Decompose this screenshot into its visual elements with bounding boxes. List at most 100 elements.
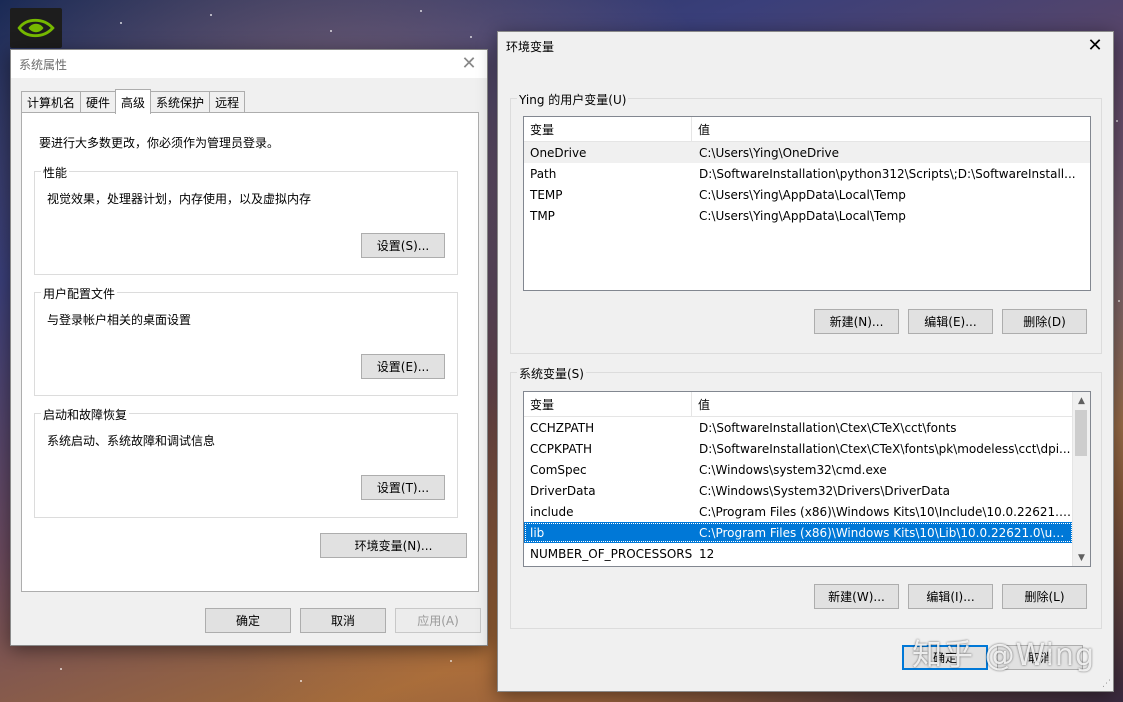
star [300,680,302,682]
variable-value: C:\Users\Ying\AppData\Local\Temp [699,187,906,202]
user-new-button[interactable]: 新建(N)... [814,309,899,334]
variable-name: NUMBER_OF_PROCESSORS [530,546,692,561]
scroll-up-icon[interactable]: ▲ [1073,392,1090,409]
table-row[interactable]: DriverData C:\Windows\System32\Drivers\D… [524,480,1073,501]
system-new-button[interactable]: 新建(W)... [814,584,899,609]
scroll-down-icon[interactable]: ▼ [1073,549,1090,566]
scrollbar-thumb[interactable] [1075,410,1087,456]
advanced-tab-panel: 要进行大多数更改，你必须作为管理员登录。 性能 视觉效果，处理器计划，内存使用，… [21,112,479,592]
variable-name: DriverData [530,483,596,498]
tab-advanced[interactable]: 高级 [115,89,152,114]
table-row[interactable]: CCPKPATH D:\SoftwareInstallation\Ctex\CT… [524,438,1073,459]
nvidia-logo-icon [17,18,55,38]
column-header-variable[interactable]: 变量 [524,117,692,141]
variable-name: TEMP [530,187,563,202]
column-header-value[interactable]: 值 [692,392,710,416]
close-icon[interactable]: ✕ [1085,36,1105,56]
column-header-value[interactable]: 值 [692,117,710,141]
variable-value: C:\Windows\system32\cmd.exe [699,462,887,477]
group-title: 启动和故障恢复 [41,406,130,423]
star [60,668,62,670]
startup-recovery-group: 启动和故障恢复 系统启动、系统故障和调试信息 设置(T)... [34,406,458,518]
system-delete-button[interactable]: 删除(L) [1002,584,1087,609]
environment-variables-dialog: 环境变量 ✕ Ying 的用户变量(U) 变量 值 OneDrive C:\Us… [497,31,1114,692]
performance-group: 性能 视觉效果，处理器计划，内存使用，以及虚拟内存 设置(S)... [34,164,458,275]
variable-value: C:\Windows\System32\Drivers\DriverData [699,483,950,498]
list-content: 变量 值 CCHZPATH D:\SoftwareInstallation\Ct… [524,392,1073,566]
variable-value: C:\Users\Ying\AppData\Local\Temp [699,208,906,223]
admin-note: 要进行大多数更改，你必须作为管理员登录。 [39,136,280,150]
star [1116,120,1118,122]
title-bar: 系统属性 ✕ [11,50,487,78]
table-row[interactable]: NUMBER_OF_PROCESSORS 12 [524,543,1073,564]
section-title: Ying 的用户变量(U) [517,91,629,108]
ok-button[interactable]: 确定 [205,608,291,633]
variable-value: D:\SoftwareInstallation\Ctex\CTeX\fonts\… [699,441,1071,456]
table-row[interactable]: ComSpec C:\Windows\system32\cmd.exe [524,459,1073,480]
cancel-button[interactable]: 取消 [300,608,386,633]
table-row[interactable]: include C:\Program Files (x86)\Windows K… [524,501,1073,522]
title-bar: 环境变量 ✕ [498,32,1113,60]
variable-value: 12 [699,546,715,561]
vertical-scrollbar[interactable]: ▲ ▼ [1072,392,1090,566]
variable-value: C:\Program Files (x86)\Windows Kits\10\L… [699,525,1073,540]
cancel-button[interactable]: 取消 [997,645,1083,670]
apply-button[interactable]: 应用(A) [395,608,481,633]
table-row[interactable]: CCHZPATH D:\SoftwareInstallation\Ctex\CT… [524,417,1073,438]
tab-remote[interactable]: 远程 [209,91,246,113]
system-variables-list[interactable]: 变量 值 CCHZPATH D:\SoftwareInstallation\Ct… [523,391,1091,567]
variable-name: lib [530,525,545,540]
star [120,22,122,24]
group-description: 视觉效果，处理器计划，内存使用，以及虚拟内存 [47,192,312,206]
group-title: 性能 [41,164,70,181]
variable-name: CCHZPATH [530,420,595,435]
ok-button[interactable]: 确定 [902,645,988,670]
group-description: 系统启动、系统故障和调试信息 [47,434,216,448]
performance-settings-button[interactable]: 设置(S)... [361,233,445,258]
user-variables-list[interactable]: 变量 值 OneDrive C:\Users\Ying\OneDrive Pat… [523,116,1091,291]
variable-value: D:\SoftwareInstallation\python312\Script… [699,166,1076,181]
variable-name: ComSpec [530,462,587,477]
dialog-title: 环境变量 [506,39,555,54]
dialog-title: 系统属性 [19,57,68,72]
table-row[interactable]: TEMP C:\Users\Ying\AppData\Local\Temp [524,184,1090,205]
startup-recovery-settings-button[interactable]: 设置(T)... [361,475,445,500]
table-row[interactable]: TMP C:\Users\Ying\AppData\Local\Temp [524,205,1090,226]
star [210,14,212,16]
variable-name: CCPKPATH [530,441,592,456]
close-icon[interactable]: ✕ [459,54,479,74]
star [420,10,422,12]
star [330,30,332,32]
user-profiles-settings-button[interactable]: 设置(E)... [361,354,445,379]
list-header: 变量 值 [524,392,1073,417]
tab-strip: 计算机名 硬件 高级 系统保护 远程 [21,89,246,114]
variable-name: Path [530,166,557,181]
environment-variables-button[interactable]: 环境变量(N)... [320,533,467,558]
user-profiles-group: 用户配置文件 与登录帐户相关的桌面设置 设置(E)... [34,285,458,396]
table-row-selected[interactable]: lib C:\Program Files (x86)\Windows Kits\… [524,522,1073,543]
table-row[interactable]: Path D:\SoftwareInstallation\python312\S… [524,163,1090,184]
column-header-variable[interactable]: 变量 [524,392,692,416]
star [470,36,472,38]
list-header: 变量 值 [524,117,1090,142]
star [1118,300,1120,302]
tab-system-protection[interactable]: 系统保护 [150,91,211,113]
table-row[interactable]: OneDrive C:\Users\Ying\OneDrive [524,142,1090,163]
nvidia-desktop-icon[interactable] [10,8,62,48]
resize-grip-icon[interactable]: ⋰ [1102,679,1111,689]
variable-name: include [530,504,574,519]
system-edit-button[interactable]: 编辑(I)... [908,584,993,609]
variable-name: OneDrive [530,145,587,160]
user-edit-button[interactable]: 编辑(E)... [908,309,993,334]
variable-value: C:\Users\Ying\OneDrive [699,145,840,160]
system-properties-dialog: 系统属性 ✕ 计算机名 硬件 高级 系统保护 远程 要进行大多数更改，你必须作为… [10,49,488,646]
variable-value: D:\SoftwareInstallation\Ctex\CTeX\cct\fo… [699,420,957,435]
variable-name: TMP [530,208,555,223]
user-delete-button[interactable]: 删除(D) [1002,309,1087,334]
system-variables-section: 系统变量(S) 变量 值 CCHZPATH D:\SoftwareInstall… [510,365,1102,629]
star [450,660,452,662]
group-description: 与登录帐户相关的桌面设置 [47,313,192,327]
tab-hardware[interactable]: 硬件 [80,91,117,113]
section-title: 系统变量(S) [517,365,586,382]
tab-computer-name[interactable]: 计算机名 [21,91,82,113]
